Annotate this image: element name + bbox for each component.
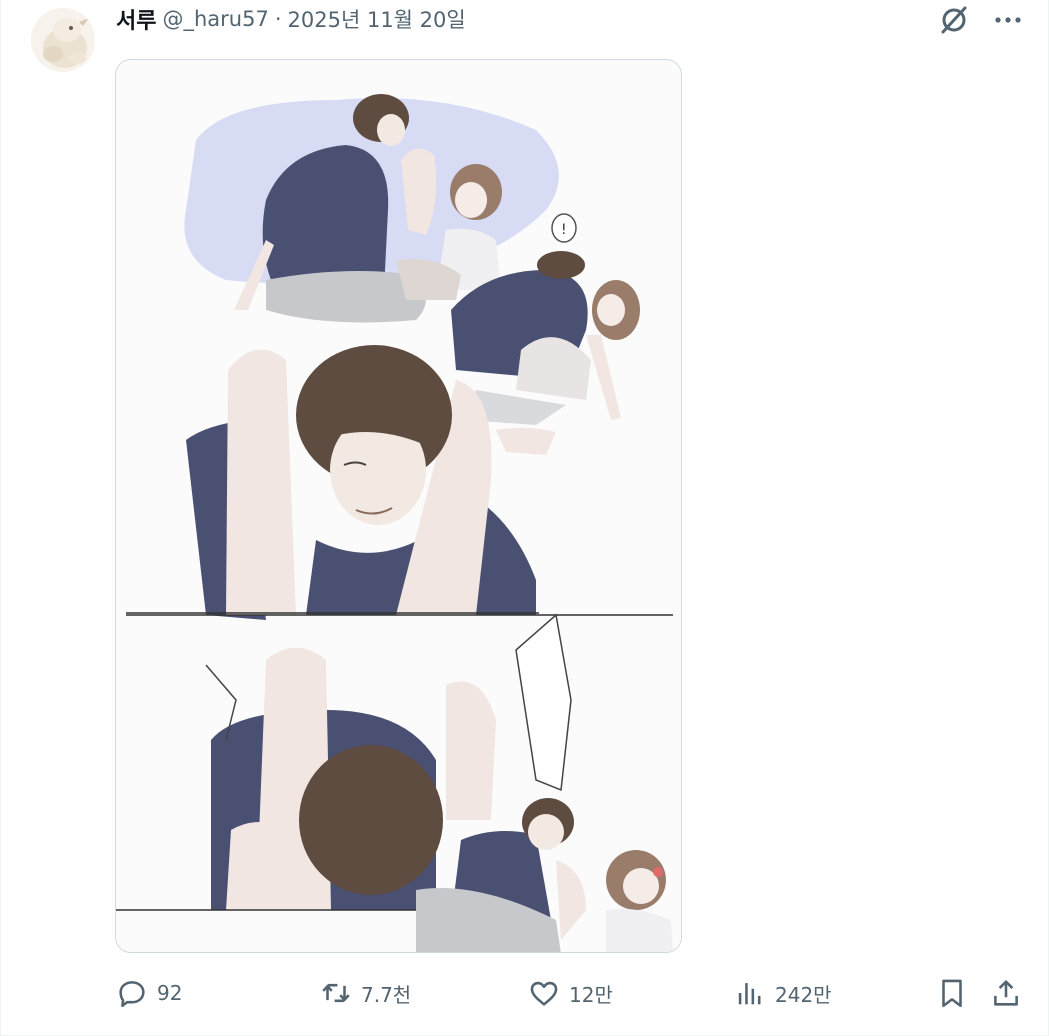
tweet-header: 서루 @_haru57 · 2025년 11월 20일 (116, 4, 466, 34)
heart-icon (527, 976, 561, 1010)
header-actions (936, 2, 1026, 38)
tweet-card[interactable]: 서루 @_haru57 · 2025년 11월 20일 ! 92 7.7천 12… (0, 0, 1049, 1036)
action-bar: 92 7.7천 12만 242만 (115, 970, 1025, 1016)
retweet-icon (319, 976, 353, 1010)
comic-illustration: ! (116, 60, 681, 952)
bookmark-icon (935, 976, 969, 1010)
avatar[interactable] (31, 8, 95, 72)
share-button[interactable] (989, 970, 1023, 1016)
analytics-icon (733, 976, 767, 1010)
avatar-illustration (31, 8, 95, 72)
retweet-button[interactable]: 7.7천 (319, 970, 411, 1016)
like-button[interactable]: 12만 (527, 970, 613, 1016)
views-count: 242만 (775, 982, 832, 1007)
more-icon[interactable] (990, 2, 1026, 38)
share-icon (989, 976, 1023, 1010)
reply-count: 92 (157, 981, 183, 1005)
retweet-count: 7.7천 (361, 982, 412, 1007)
reply-icon (115, 976, 149, 1010)
author-name[interactable]: 서루 (116, 3, 156, 35)
views-button[interactable]: 242만 (733, 970, 832, 1016)
reply-button[interactable]: 92 (115, 970, 182, 1016)
svg-text:!: ! (561, 222, 567, 238)
tweet-media-image[interactable]: ! (115, 59, 682, 953)
author-handle[interactable]: @_haru57 (162, 7, 268, 31)
separator-dot: · (274, 7, 282, 31)
bookmark-button[interactable] (935, 970, 969, 1016)
grok-icon[interactable] (936, 2, 972, 38)
like-count: 12만 (569, 982, 613, 1007)
tweet-date[interactable]: 2025년 11월 20일 (288, 4, 466, 34)
